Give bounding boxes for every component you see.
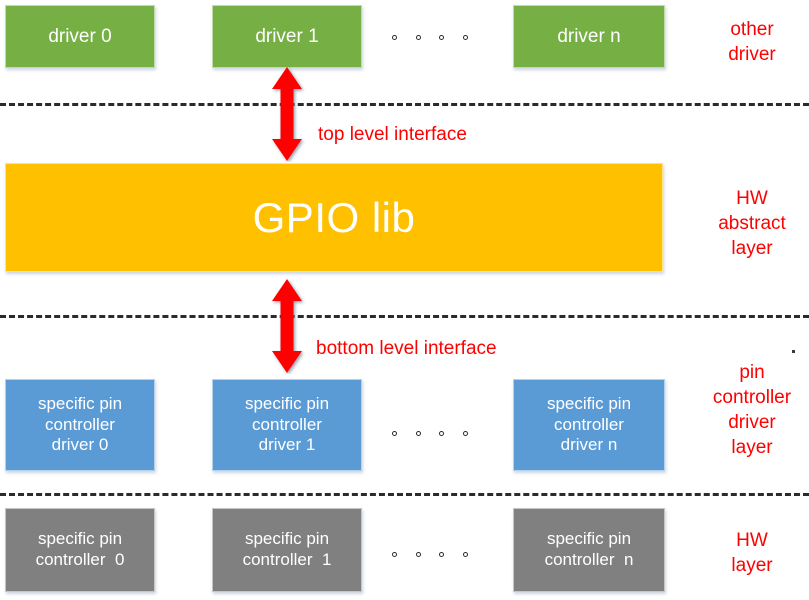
pin-controller-driver-row-ellipsis (392, 430, 468, 436)
pcd-box-n-line2: controller (554, 414, 624, 434)
driver-box-n-label: driver n (557, 25, 621, 47)
small-circle-dot-icon (392, 551, 397, 557)
top-level-interface-label: top level interface (318, 124, 467, 145)
pin-controller-driver-box-1[interactable]: specific pin controller driver 1 (212, 379, 362, 471)
driver-box-1-label: driver 1 (255, 25, 319, 47)
pc-box-n-line2: controller n (544, 550, 634, 569)
driver-box-0-label: driver 0 (48, 25, 112, 47)
pcd-box-n-line1: specific pin (546, 393, 632, 413)
driver-row-ellipsis (392, 34, 468, 40)
pc-box-1-line2: controller 1 (242, 550, 332, 569)
small-circle-dot-icon (439, 551, 445, 557)
bottom-level-interface-label: bottom level interface (316, 338, 497, 359)
bottom-level-interface-arrow (268, 278, 308, 374)
driver-box-n[interactable]: driver n (513, 5, 665, 68)
small-circle-dot-icon (392, 34, 397, 40)
pc-box-n-line1: specific pin (546, 529, 632, 549)
pcd-box-0-line1: specific pin (37, 393, 123, 413)
pin-controller-driver-box-n[interactable]: specific pin controller driver n (513, 379, 665, 471)
pc-box-0-line1: specific pin (37, 529, 123, 549)
small-circle-dot-icon (462, 551, 468, 557)
small-circle-dot-icon (415, 34, 421, 40)
small-circle-dot-icon (415, 430, 421, 436)
side-label-hw-abstract-layer: HW abstract layer (718, 188, 786, 260)
driver-box-1[interactable]: driver 1 (212, 5, 362, 68)
separator-line-bottom (0, 493, 809, 496)
pin-controller-box-1[interactable]: specific pin controller 1 (212, 508, 362, 592)
pin-controller-driver-box-0[interactable]: specific pin controller driver 0 (5, 379, 155, 471)
pcd-box-1-line1: specific pin (244, 393, 330, 413)
stray-pixel-artifact (792, 350, 795, 353)
pin-controller-row-ellipsis (392, 551, 468, 557)
small-circle-dot-icon (392, 430, 397, 436)
pin-controller-box-n[interactable]: specific pin controller n (513, 508, 665, 592)
small-circle-dot-icon (462, 430, 468, 436)
pc-box-1-line1: specific pin (244, 529, 330, 549)
double-headed-vertical-arrow-icon (272, 67, 302, 161)
pcd-box-n-line3: driver n (560, 435, 618, 455)
pcd-box-0-line2: controller (45, 414, 115, 434)
driver-box-0[interactable]: driver 0 (5, 5, 155, 68)
side-label-pin-controller-driver-layer: pin controller driver layer (712, 362, 792, 459)
top-level-interface-arrow (268, 66, 308, 162)
pin-controller-box-0[interactable]: specific pin controller 0 (5, 508, 155, 592)
gpio-lib-box[interactable]: GPIO lib (5, 163, 663, 272)
pc-box-0-line2: controller 0 (35, 550, 125, 569)
side-label-hw-layer: HW layer (731, 530, 773, 577)
double-headed-vertical-arrow-icon (272, 279, 302, 373)
pcd-box-0-line3: driver 0 (51, 435, 109, 455)
pcd-box-1-line3: driver 1 (258, 435, 316, 455)
small-circle-dot-icon (462, 34, 468, 40)
gpio-lib-label: GPIO lib (252, 193, 416, 241)
diagram-canvas: driver 0 driver 1 driver n other driver (0, 0, 809, 600)
side-label-other-driver: other driver (728, 19, 776, 66)
small-circle-dot-icon (439, 34, 445, 40)
small-circle-dot-icon (439, 430, 445, 436)
pcd-box-1-line2: controller (252, 414, 322, 434)
small-circle-dot-icon (415, 551, 421, 557)
separator-line-top (0, 103, 809, 106)
separator-line-middle (0, 315, 809, 318)
